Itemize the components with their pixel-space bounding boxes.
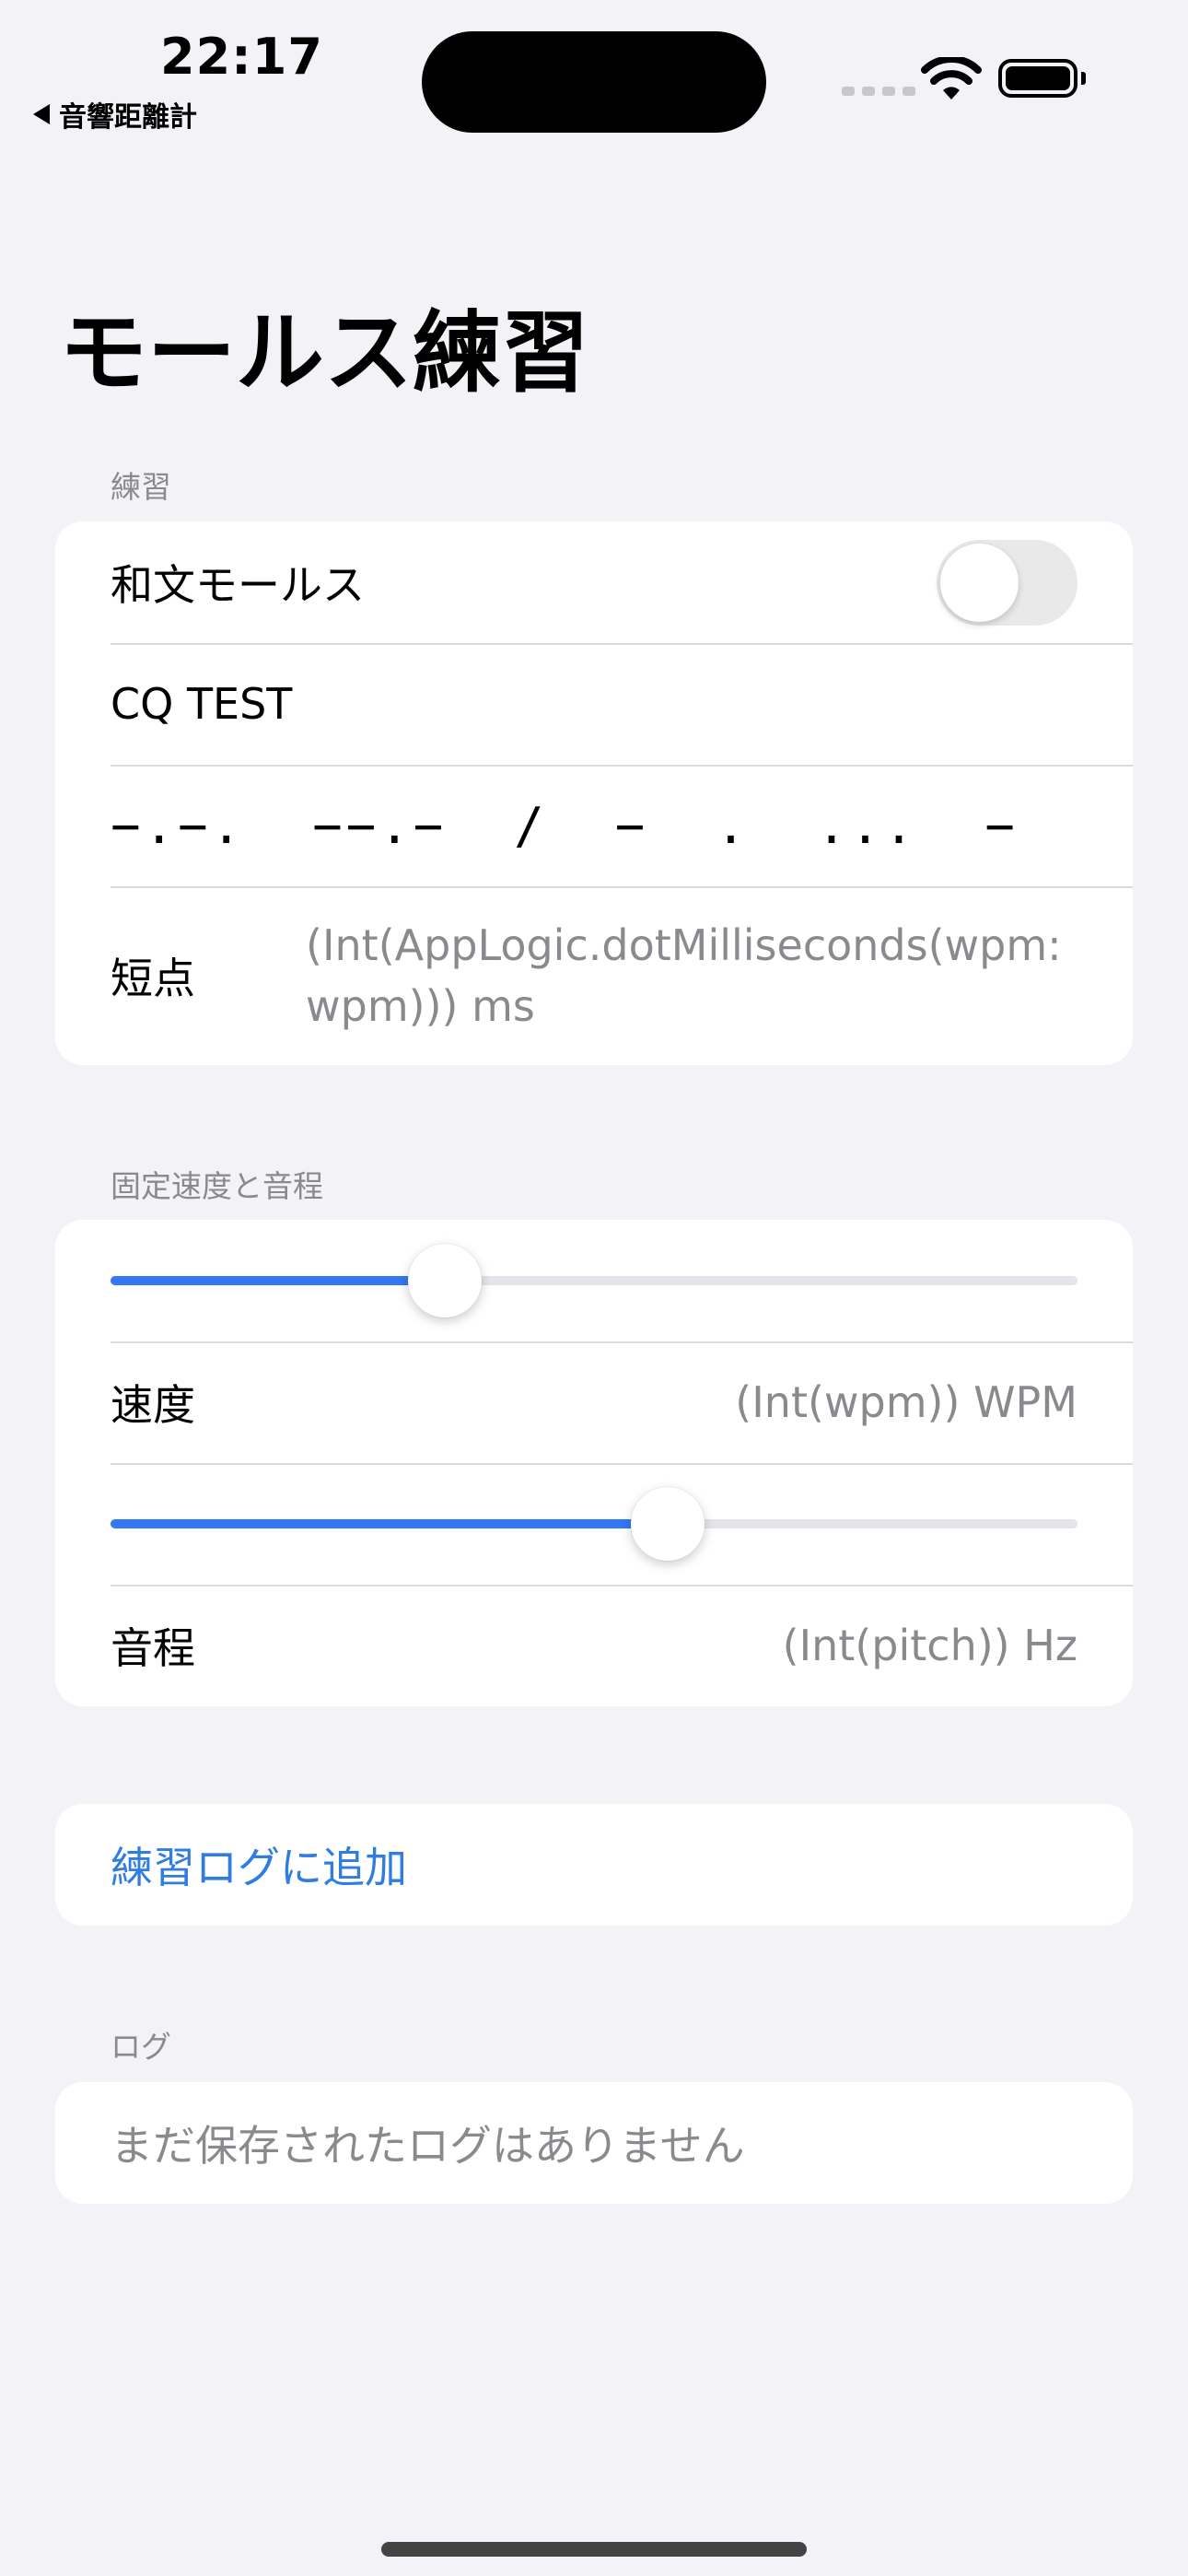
dot-duration-value: (Int(AppLogic.dotMilliseconds(wpm: wpm))… <box>306 920 1062 1031</box>
dynamic-island <box>422 31 766 133</box>
wabun-morse-toggle[interactable] <box>937 539 1077 626</box>
speed-slider-row <box>55 1220 1133 1341</box>
dot-duration-row: 短点 (Int(AppLogic.dotMilliseconds(wpm: wp… <box>55 886 1133 1065</box>
slider-fill <box>111 1276 446 1285</box>
wabun-morse-row: 和文モールス <box>55 521 1133 643</box>
log-card: まだ保存されたログはありません <box>55 2082 1133 2204</box>
back-arrow-icon <box>33 104 50 124</box>
section-header-practice: 練習 <box>111 469 171 505</box>
back-app-label: 音響距離計 <box>59 101 197 134</box>
speed-pitch-card: 速度 (Int(wpm)) WPM 音程 (Int(pitch)) Hz <box>55 1220 1133 1706</box>
section-header-log: ログ <box>111 2029 171 2065</box>
section-header-speed-pitch: 固定速度と音程 <box>111 1168 323 1204</box>
log-empty-text: まだ保存されたログはありません <box>111 2121 745 2171</box>
battery-icon <box>998 59 1077 98</box>
battery-tip <box>1081 72 1086 85</box>
speed-label: 速度 <box>111 1380 195 1430</box>
speed-row: 速度 (Int(wpm)) WPM <box>55 1341 1133 1463</box>
wifi-icon <box>921 57 982 100</box>
pitch-label: 音程 <box>111 1623 195 1673</box>
speed-value: (Int(wpm)) WPM <box>735 1377 1077 1427</box>
morse-code-row: −.−. −−.− / − . ... − <box>55 765 1133 886</box>
add-log-label: 練習ログに追加 <box>111 1843 407 1892</box>
status-time: 22:17 <box>160 28 323 86</box>
practice-text-field[interactable]: CQ TEST <box>111 679 292 729</box>
cellular-signal-icon <box>842 87 915 96</box>
practice-text-row[interactable]: CQ TEST <box>55 643 1133 765</box>
morse-code-text: −.−. −−.− / − . ... − <box>111 796 1019 855</box>
wabun-morse-label: 和文モールス <box>111 560 365 610</box>
toggle-knob <box>940 543 1019 622</box>
pitch-row: 音程 (Int(pitch)) Hz <box>55 1585 1133 1706</box>
home-indicator[interactable] <box>381 2542 807 2557</box>
speed-slider[interactable] <box>111 1220 1077 1341</box>
dot-duration-label: 短点 <box>111 954 195 1003</box>
slider-thumb[interactable] <box>630 1487 705 1561</box>
log-empty-row: まだ保存されたログはありません <box>55 2082 1133 2204</box>
add-log-button[interactable]: 練習ログに追加 <box>55 1804 1133 1926</box>
slider-fill <box>111 1519 668 1528</box>
slider-thumb[interactable] <box>408 1244 483 1317</box>
back-to-app-button[interactable]: 音響距離計 <box>33 94 197 135</box>
page-title: モールス練習 <box>59 301 589 404</box>
add-log-card: 練習ログに追加 <box>55 1804 1133 1926</box>
practice-card: 和文モールス CQ TEST −.−. −−.− / − . ... − 短点 … <box>55 521 1133 1065</box>
pitch-slider[interactable] <box>111 1463 1077 1585</box>
pitch-value: (Int(pitch)) Hz <box>782 1621 1077 1670</box>
pitch-slider-row <box>55 1463 1133 1585</box>
